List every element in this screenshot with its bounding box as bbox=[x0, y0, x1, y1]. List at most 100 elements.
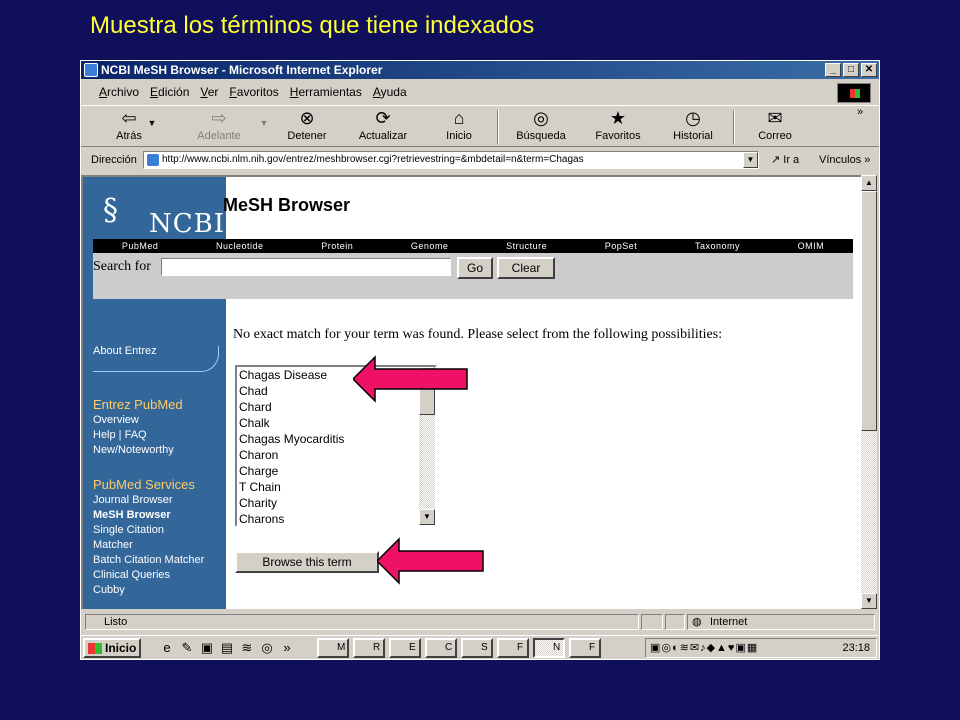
overview-link[interactable]: Overview bbox=[93, 414, 139, 426]
arrow-pointing-browse-button bbox=[377, 537, 484, 585]
menu-edicion[interactable]: Edición bbox=[150, 81, 189, 103]
stop-button[interactable]: ⊗ Detener bbox=[277, 108, 337, 142]
history-button[interactable]: ◷ Historial bbox=[663, 108, 723, 142]
clinical-queries-link[interactable]: Clinical Queries bbox=[93, 569, 170, 581]
mail-icon: ✉ bbox=[767, 108, 783, 128]
back-arrow-icon: ⇦ bbox=[121, 108, 137, 128]
toolbar-separator bbox=[497, 110, 499, 144]
home-button[interactable]: ⌂ Inicio bbox=[429, 108, 489, 142]
matcher-link[interactable]: Matcher bbox=[93, 539, 133, 551]
search-quicklaunch-icon[interactable]: ◎ bbox=[259, 640, 275, 656]
search-button[interactable]: ◎ Búsqueda bbox=[511, 108, 571, 142]
app-quicklaunch-icon[interactable]: ▣ bbox=[199, 640, 215, 656]
start-button[interactable]: Inicio bbox=[83, 638, 141, 658]
task-button-c[interactable]: C bbox=[425, 638, 457, 658]
new-noteworthy-link[interactable]: New/Noteworthy bbox=[93, 444, 174, 456]
channels-quicklaunch-icon[interactable]: ≋ bbox=[239, 640, 255, 656]
task-button-m[interactable]: M bbox=[317, 638, 349, 658]
nav-taxonomy[interactable]: Taxonomy bbox=[695, 241, 740, 251]
help-faq-link[interactable]: Help | FAQ bbox=[93, 429, 147, 441]
list-item[interactable]: Charity bbox=[237, 495, 435, 511]
sidebar-curve bbox=[93, 346, 219, 372]
status-bar: Listo ◍ Internet bbox=[81, 612, 879, 632]
search-label: Search for bbox=[93, 259, 151, 274]
single-citation-link[interactable]: Single Citation bbox=[93, 524, 164, 536]
no-match-message: No exact match for your term was found. … bbox=[233, 327, 723, 342]
menu-archivo[interactable]: Archivo bbox=[99, 81, 139, 103]
task-button-f2[interactable]: F bbox=[569, 638, 601, 658]
address-input[interactable]: http://www.ncbi.nlm.nih.gov/entrez/meshb… bbox=[143, 151, 759, 169]
clock[interactable]: 23:18 bbox=[842, 639, 870, 657]
task-button-s[interactable]: S bbox=[461, 638, 493, 658]
search-input[interactable] bbox=[161, 258, 451, 276]
search-icon: ◎ bbox=[533, 108, 549, 128]
list-item[interactable]: T Chain bbox=[237, 479, 435, 495]
menu-ayuda[interactable]: Ayuda bbox=[373, 81, 407, 103]
menu-favoritos[interactable]: Favoritos bbox=[229, 81, 278, 103]
more-quicklaunch-icon[interactable]: » bbox=[279, 640, 295, 656]
windows-logo-icon bbox=[837, 83, 871, 103]
list-item[interactable]: Chagas Myocarditis bbox=[237, 431, 435, 447]
cubby-link[interactable]: Cubby bbox=[93, 584, 125, 596]
address-dropdown[interactable]: ▼ bbox=[743, 152, 758, 168]
nav-popset[interactable]: PopSet bbox=[605, 241, 638, 251]
toolbar: ⇦ Atrás ▼ ⇨ Adelante ▼ ⊗ Detener ⟳ Actualiza… bbox=[81, 105, 879, 147]
status-cell bbox=[665, 614, 685, 630]
page-scroll-thumb[interactable] bbox=[861, 191, 877, 431]
taskbar: Inicio e ✎ ▣ ▤ ≋ ◎ » M R E C S F N F ▣◎◐… bbox=[81, 635, 879, 659]
scroll-down-icon[interactable]: ▼ bbox=[419, 509, 435, 525]
nav-omim[interactable]: OMIM bbox=[798, 241, 825, 251]
browse-term-button[interactable]: Browse this term bbox=[235, 551, 379, 573]
list-item[interactable]: Charon bbox=[237, 447, 435, 463]
minimize-button[interactable]: _ bbox=[825, 63, 841, 77]
forward-arrow-icon: ⇨ bbox=[211, 108, 227, 128]
outlook-quicklaunch-icon[interactable]: ✎ bbox=[179, 640, 195, 656]
favorites-button[interactable]: ★ Favoritos bbox=[588, 108, 648, 142]
menu-herramientas[interactable]: Herramientas bbox=[290, 81, 362, 103]
task-button-n-active[interactable]: N bbox=[533, 638, 565, 658]
nav-structure[interactable]: Structure bbox=[506, 241, 547, 251]
forward-button[interactable]: ⇨ Adelante bbox=[189, 108, 249, 142]
nav-genome[interactable]: Genome bbox=[411, 241, 449, 251]
maximize-button[interactable]: □ bbox=[843, 63, 859, 77]
nav-pubmed[interactable]: PubMed bbox=[122, 241, 159, 251]
ie-quicklaunch-icon[interactable]: e bbox=[159, 640, 175, 656]
menu-ver[interactable]: Ver bbox=[200, 81, 218, 103]
list-item[interactable]: Chalk bbox=[237, 415, 435, 431]
helix-icon: § bbox=[103, 193, 118, 228]
mail-button[interactable]: ✉ Correo bbox=[745, 108, 805, 142]
task-button-f[interactable]: F bbox=[497, 638, 529, 658]
go-button[interactable]: Go bbox=[457, 257, 493, 279]
mesh-browser-link[interactable]: MeSH Browser bbox=[93, 509, 171, 521]
page-scrollbar[interactable]: ▲ ▼ bbox=[861, 175, 877, 609]
batch-citation-matcher-link[interactable]: Batch Citation Matcher bbox=[93, 554, 204, 566]
links-button[interactable]: Vínculos » bbox=[819, 149, 870, 171]
tray-icons[interactable]: ▣◎◐≋✉♪◆▲♥▣▦ bbox=[650, 639, 758, 657]
status-cell bbox=[641, 614, 663, 630]
refresh-button[interactable]: ⟳ Actualizar bbox=[353, 108, 413, 142]
task-button-e[interactable]: E bbox=[389, 638, 421, 658]
clear-button[interactable]: Clear bbox=[497, 257, 555, 279]
toolbar-more[interactable]: » bbox=[845, 106, 875, 118]
address-label: Dirección bbox=[91, 154, 137, 166]
back-dropdown[interactable]: ▼ bbox=[145, 118, 159, 128]
home-icon: ⌂ bbox=[453, 108, 465, 128]
go-to-button[interactable]: ↗ Ir a bbox=[771, 149, 799, 171]
list-item[interactable]: Charge bbox=[237, 463, 435, 479]
nav-protein[interactable]: Protein bbox=[321, 241, 353, 251]
scroll-up-icon[interactable]: ▲ bbox=[861, 175, 877, 191]
status-text: Listo bbox=[85, 614, 639, 630]
globe-icon: ◍ bbox=[692, 616, 702, 628]
journal-browser-link[interactable]: Journal Browser bbox=[93, 494, 172, 506]
system-tray: ▣◎◐≋✉♪◆▲♥▣▦ 23:18 bbox=[645, 638, 877, 658]
toolbar-separator bbox=[733, 110, 735, 144]
nav-nucleotide[interactable]: Nucleotide bbox=[216, 241, 264, 251]
scroll-down-icon[interactable]: ▼ bbox=[861, 593, 877, 609]
folder-quicklaunch-icon[interactable]: ▤ bbox=[219, 640, 235, 656]
favorites-icon: ★ bbox=[609, 108, 627, 128]
menu-bar: Archivo Edición Ver Favoritos Herramient… bbox=[81, 81, 841, 103]
forward-dropdown[interactable]: ▼ bbox=[257, 118, 271, 128]
list-item[interactable]: Charons bbox=[237, 511, 435, 525]
close-button[interactable]: ✕ bbox=[861, 63, 877, 77]
task-button-r[interactable]: R bbox=[353, 638, 385, 658]
